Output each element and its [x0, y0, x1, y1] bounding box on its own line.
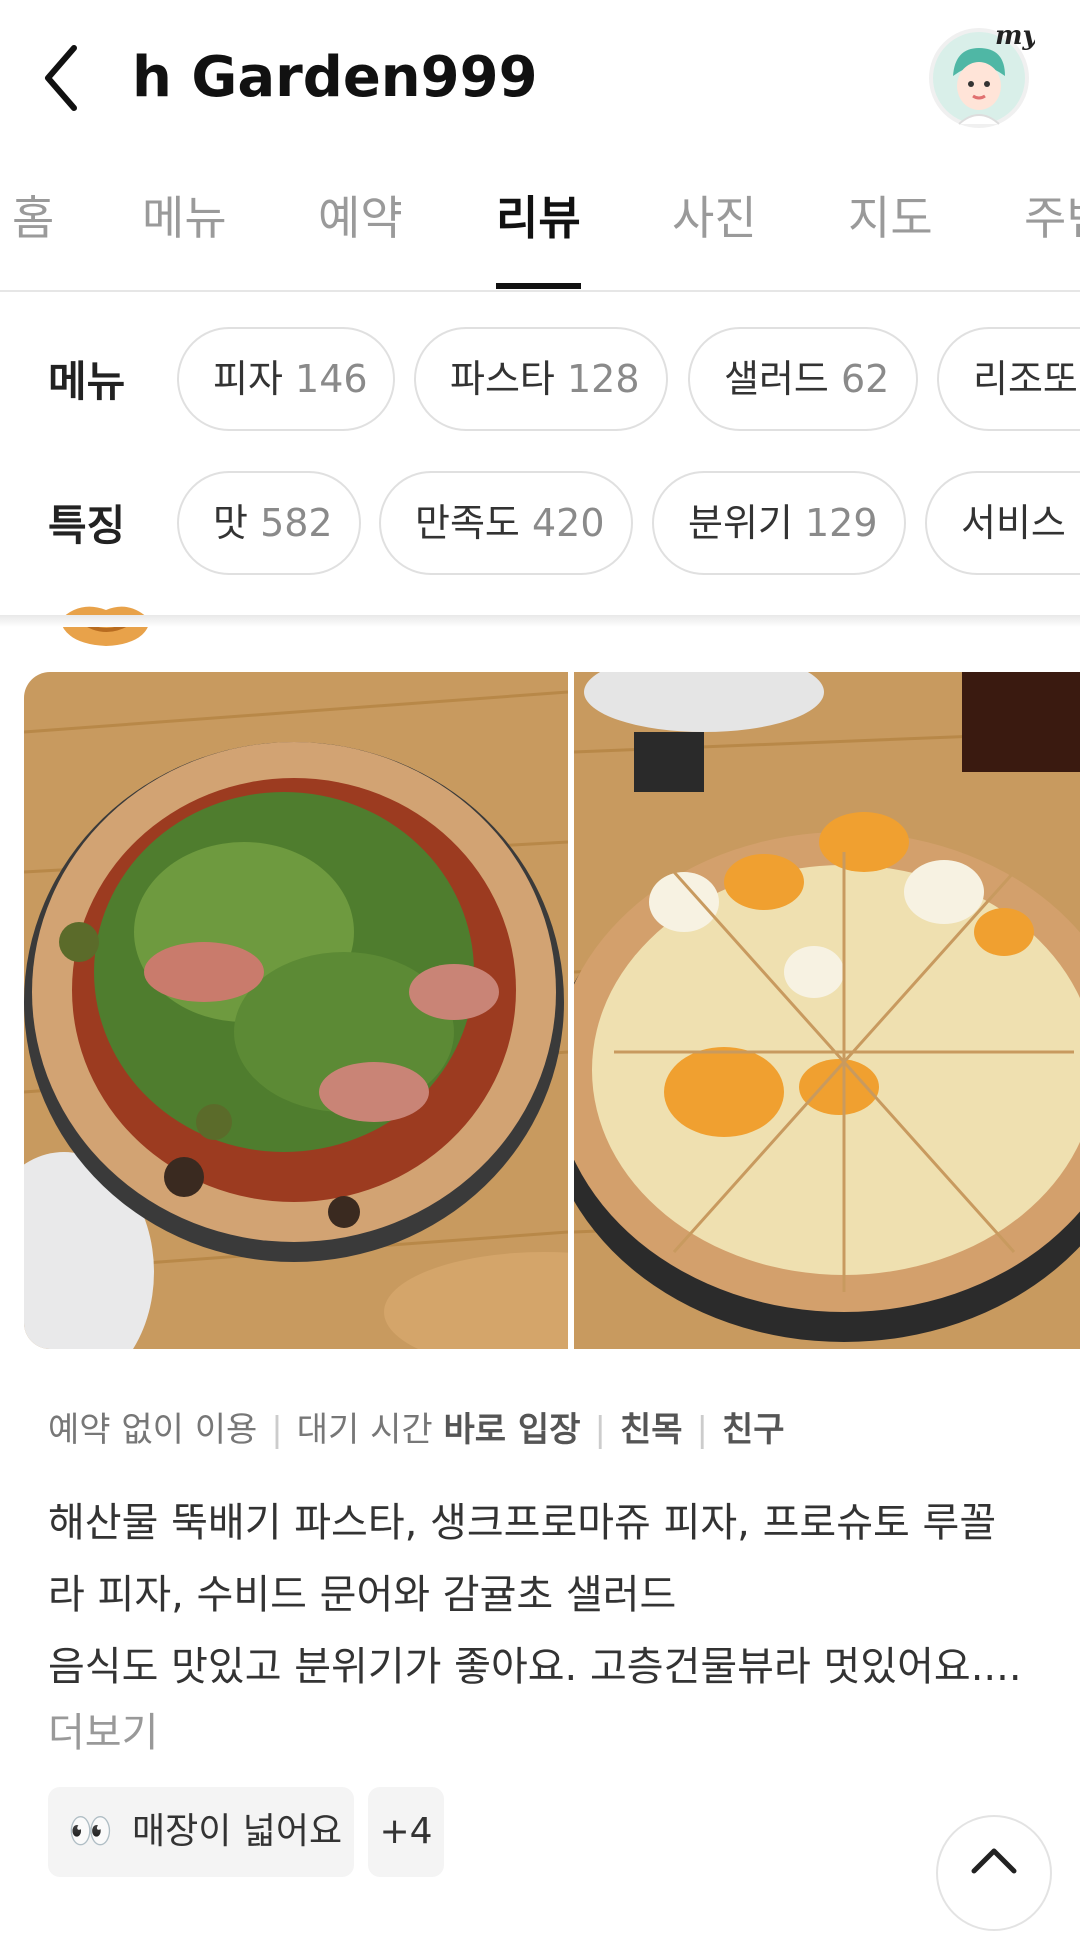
arrow-up-icon — [971, 1848, 1017, 1874]
chip-pizza[interactable]: 피자 146 — [177, 327, 395, 431]
menu-filter-row: 메뉴 피자 146 파스타 128 샐러드 62 리조또 — [0, 327, 1080, 437]
tab-reservation[interactable]: 예약 — [318, 188, 403, 248]
feature-filter-row: 특징 맛 582 만족도 420 분위기 129 서비스 — [0, 471, 1080, 581]
tab-home[interactable]: 홈 — [12, 188, 54, 248]
tab-menu[interactable]: 메뉴 — [142, 188, 227, 248]
feature-filter-label: 특징 — [48, 501, 126, 550]
chip-salad[interactable]: 샐러드 62 — [688, 327, 918, 431]
my-badge: my — [995, 21, 1035, 51]
chip-count: 129 — [804, 501, 878, 545]
chip-name: 피자 — [213, 357, 283, 401]
chip-taste[interactable]: 맛 582 — [177, 471, 361, 575]
pizza-four-cheese-image — [574, 672, 1080, 1349]
avatar: my — [929, 21, 1040, 128]
review-line: 음식도 맛있고 분위기가 좋아요. 고층건물뷰라 멋있어요.... — [48, 1644, 1022, 1690]
chevron-left-icon — [45, 45, 77, 111]
wait-time-value: 바로 입장 — [443, 1410, 581, 1450]
scroll-top-button[interactable] — [936, 1815, 1052, 1931]
menu-filter-label: 메뉴 — [48, 357, 126, 406]
eyes-icon: 👀 — [68, 1811, 113, 1852]
filter-shadow — [0, 615, 1080, 627]
chip-count: 62 — [840, 357, 890, 401]
chip-satisfaction[interactable]: 만족도 420 — [379, 471, 633, 575]
page-title: h Garden999 — [132, 45, 538, 110]
chip-count: 128 — [566, 357, 640, 401]
review-line: 라 피자, 수비드 문어와 감귤초 샐러드 — [48, 1572, 677, 1618]
chip-name: 맛 — [213, 501, 248, 545]
keyword-tag[interactable]: 👀 매장이 넓어요 — [48, 1787, 354, 1877]
chip-name: 만족도 — [415, 501, 520, 545]
read-more-link[interactable]: 더보기 — [48, 1703, 158, 1763]
tab-photos[interactable]: 사진 — [672, 188, 757, 248]
tab-bar: 홈 메뉴 예약 리뷰 사진 지도 주변 — [0, 150, 1080, 292]
pizza-prosciutto-arugula-image — [24, 672, 568, 1349]
tab-nearby[interactable]: 주변 — [1024, 188, 1080, 248]
chip-service[interactable]: 서비스 — [925, 471, 1080, 575]
visit-companion: 친구 — [721, 1410, 785, 1450]
chip-atmosphere[interactable]: 분위기 129 — [652, 471, 906, 575]
back-button[interactable] — [40, 38, 100, 118]
review-photo-2[interactable] — [574, 672, 1080, 1349]
header: h Garden999 my — [0, 0, 1080, 150]
wait-time-label: 대기 시간 — [296, 1410, 433, 1450]
chip-risotto[interactable]: 리조또 — [937, 327, 1080, 431]
active-tab-indicator — [496, 283, 581, 289]
chip-name: 분위기 — [688, 501, 793, 545]
visit-purpose: 친목 — [619, 1410, 683, 1450]
review-body: 해산물 뚝배기 파스타, 생크프로마쥬 피자, 프로슈토 루꼴 라 피자, 수비… — [48, 1487, 1038, 1703]
chip-count: 582 — [260, 501, 333, 545]
chip-name: 리조또 — [973, 357, 1078, 401]
reservation-info: 예약 없이 이용 — [48, 1410, 258, 1450]
review-photo-1[interactable] — [24, 672, 568, 1349]
chip-pasta[interactable]: 파스타 128 — [414, 327, 668, 431]
chip-count: 420 — [531, 501, 605, 545]
tab-reviews[interactable]: 리뷰 — [496, 188, 581, 248]
review-line: 해산물 뚝배기 파스타, 생크프로마쥬 피자, 프로슈토 루꼴 — [48, 1500, 997, 1546]
chip-count: 146 — [295, 357, 368, 401]
visit-info: 예약 없이 이용 | 대기 시간 바로 입장 | 친목 | 친구 — [48, 1410, 785, 1450]
tab-map[interactable]: 지도 — [848, 188, 933, 248]
more-tags-button[interactable]: +4 — [368, 1787, 444, 1877]
my-profile-button[interactable]: my — [925, 20, 1040, 130]
chip-name: 샐러드 — [724, 357, 829, 401]
keyword-tag-label: 매장이 넓어요 — [132, 1811, 343, 1852]
chip-name: 서비스 — [961, 501, 1066, 545]
chip-name: 파스타 — [450, 357, 555, 401]
